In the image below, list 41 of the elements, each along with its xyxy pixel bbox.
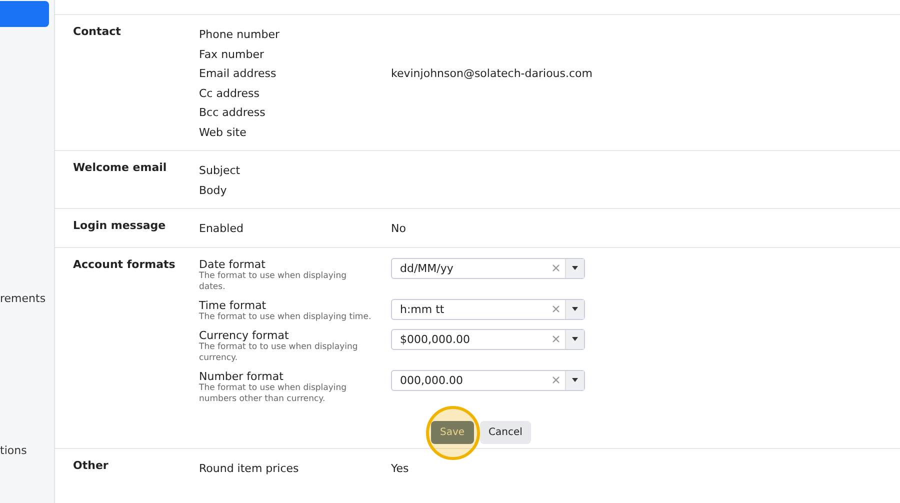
field-label: Phone number [199,27,281,43]
field-value: kevinjohnson@solatech-darious.com [391,66,594,82]
field-label: Enabled [199,221,244,237]
field-label: Email address [199,66,278,82]
field-label: Currency format [199,328,290,342]
clear-icon[interactable] [552,376,560,384]
field-label: Web site [199,124,248,140]
field-label: Fax number [199,46,265,62]
caret-icon[interactable] [572,378,578,382]
field-label: Number format [199,370,284,382]
help-text: The format to use when displaying time. [199,312,372,322]
field-label: Body [199,182,228,198]
caret-icon[interactable] [572,307,578,311]
help-text: The format to use when displaying numbers other than currency. [199,382,348,404]
format-dropdown[interactable]: h:mm tt [391,298,585,320]
field-label: Round item prices [199,460,300,476]
section-title: Other [73,458,110,474]
caret-icon[interactable] [572,266,578,270]
help-text: The format to use when displaying dates. [199,270,348,292]
section-title: Account formats [73,258,176,272]
sidebar-item[interactable]: tions [0,444,54,457]
field-value: No [391,221,407,237]
field-label: Subject [199,163,242,179]
format-dropdown[interactable]: $000,000.00 [391,328,585,350]
sidebar-item[interactable]: rements [0,292,54,305]
clear-icon[interactable] [552,305,560,313]
field-label: Time format [199,298,268,312]
help-text: The format to to use when displaying currency. [199,342,359,364]
section-title: Login message [73,219,167,234]
field-label: Date format [199,258,266,270]
clear-icon[interactable] [552,264,560,272]
format-dropdown[interactable]: 000,000.00 [391,370,585,390]
section-title: Contact [73,25,122,40]
clear-icon[interactable] [552,335,560,343]
field-value: Yes [391,460,410,476]
field-label: Cc address [199,86,260,102]
caret-icon[interactable] [572,337,578,341]
cancel-button[interactable]: Cancel [480,420,532,444]
section-title: Welcome email [73,161,168,176]
field-label: Bcc address [199,105,266,121]
format-dropdown[interactable]: dd/MM/yy [391,258,585,278]
